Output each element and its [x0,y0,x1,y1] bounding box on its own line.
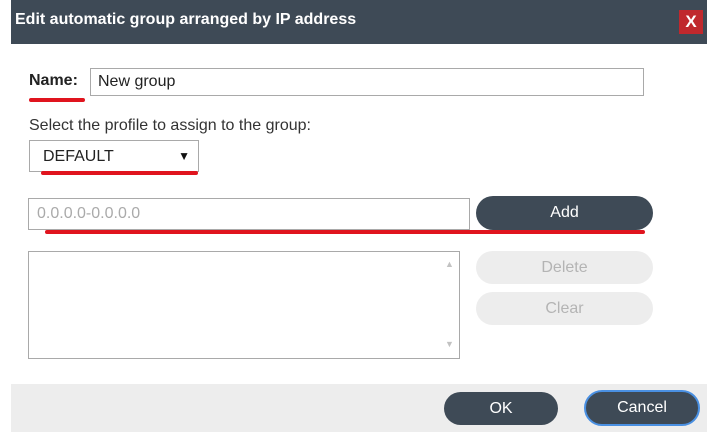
dialog-titlebar: Edit automatic group arranged by IP addr… [11,0,707,44]
ip-range-input[interactable]: 0.0.0.0-0.0.0.0 [28,198,470,230]
dialog-title: Edit automatic group arranged by IP addr… [15,11,357,28]
close-button[interactable]: X [679,10,703,34]
ip-range-list[interactable]: ▲ ▼ [28,251,460,359]
profile-label: Select the profile to assign to the grou… [29,117,311,134]
name-highlight-underline [29,98,85,102]
clear-button[interactable]: Clear [476,292,653,325]
name-input[interactable]: New group [90,68,644,96]
profile-select[interactable]: DEFAULT ▼ [29,140,199,172]
list-scrollbar[interactable]: ▲ ▼ [441,252,459,358]
delete-button[interactable]: Delete [476,251,653,284]
profile-highlight-underline [41,171,198,175]
ip-range-highlight-underline [45,230,645,234]
name-label: Name: [29,72,78,89]
scroll-up-icon[interactable]: ▲ [445,259,454,269]
ok-button[interactable]: OK [444,392,558,425]
profile-selected-value: DEFAULT [43,148,114,165]
chevron-down-icon: ▼ [178,149,190,163]
cancel-button[interactable]: Cancel [584,390,700,426]
add-button[interactable]: Add [476,196,653,230]
scroll-down-icon[interactable]: ▼ [445,339,454,349]
